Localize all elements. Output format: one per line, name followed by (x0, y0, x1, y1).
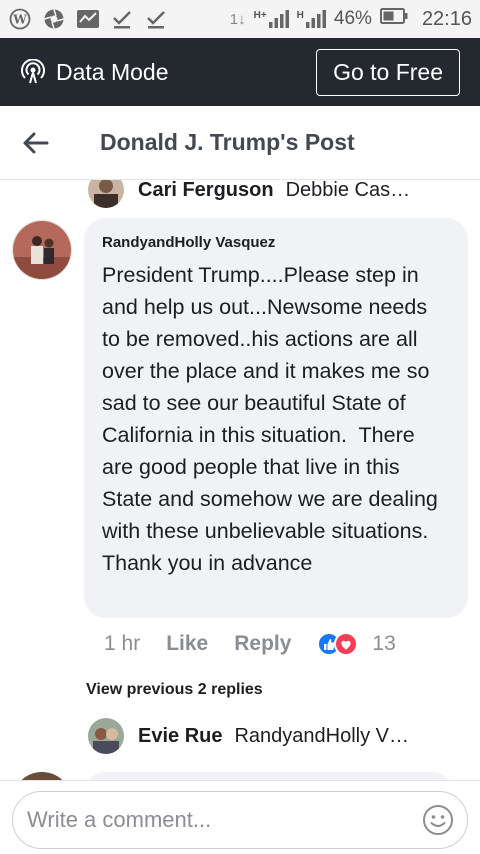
love-reaction-icon (334, 632, 359, 656)
clock: 22:16 (421, 7, 472, 30)
aperture-icon (42, 7, 66, 31)
svg-text:W: W (12, 13, 27, 27)
signal-icon-2: H (297, 10, 326, 28)
comment-text: President Trump....Please step in and he… (102, 263, 444, 575)
data-activity-icon: 1↓ (229, 10, 246, 28)
comment-author[interactable]: RandyandHolly Vasquez (102, 234, 450, 251)
signal-icon-1: H+ (254, 10, 289, 28)
reply-button[interactable]: Reply (234, 632, 291, 656)
avatar[interactable] (88, 180, 124, 208)
status-bar: W 1↓ H+ H 46% 22:16 (0, 0, 480, 38)
reply-preview-bottom[interactable]: Evie Rue RandyandHolly V… (88, 718, 409, 754)
comment-bubble[interactable] (84, 772, 454, 780)
avatar[interactable] (12, 772, 72, 780)
signal-label-2: H (296, 10, 304, 21)
reply-author[interactable]: Cari Ferguson (138, 180, 274, 202)
comments-list[interactable]: Cari Ferguson Debbie Cas… RandyandHolly … (0, 180, 480, 780)
back-arrow-icon (23, 132, 49, 153)
comment-time: 1 hr (104, 632, 141, 655)
download-done-icon-2 (144, 7, 168, 31)
reply-preview-text: RandyandHolly V… (234, 724, 410, 747)
page-title: Donald J. Trump's Post (100, 129, 355, 155)
comment-bubble[interactable]: RandyandHolly Vasquez President Trump...… (84, 218, 468, 618)
reactions[interactable] (317, 632, 359, 656)
back-button[interactable] (0, 106, 72, 180)
comment-composer (0, 780, 480, 854)
battery-percent: 46% (333, 8, 372, 29)
wordpress-icon: W (8, 7, 32, 31)
data-mode-icon (20, 59, 46, 85)
reply-author[interactable]: Evie Rue (138, 725, 222, 748)
view-previous-replies[interactable]: View previous 2 replies (86, 681, 263, 699)
like-button[interactable]: Like (166, 632, 208, 656)
avatar[interactable] (12, 220, 72, 280)
comment-box[interactable] (12, 791, 468, 849)
go-to-free-button[interactable]: Go to Free (316, 48, 460, 96)
comment-actions: 1 hr Like Reply 13 (104, 632, 396, 656)
reply-preview-top[interactable]: Cari Ferguson Debbie Cas… (88, 180, 410, 208)
reaction-count[interactable]: 13 (372, 632, 395, 656)
analytics-icon (76, 7, 100, 31)
data-mode-label: Data Mode (56, 58, 169, 85)
emoji-icon[interactable] (421, 803, 455, 837)
page-header: Donald J. Trump's Post (0, 106, 480, 180)
reply-preview-text: Debbie Cas… (285, 180, 411, 201)
battery-icon (379, 8, 408, 30)
comment-input[interactable] (27, 807, 421, 833)
download-done-icon (110, 7, 134, 31)
signal-label-1: H+ (253, 10, 267, 21)
data-mode-bar: Data Mode Go to Free (0, 38, 480, 106)
avatar[interactable] (88, 718, 124, 754)
